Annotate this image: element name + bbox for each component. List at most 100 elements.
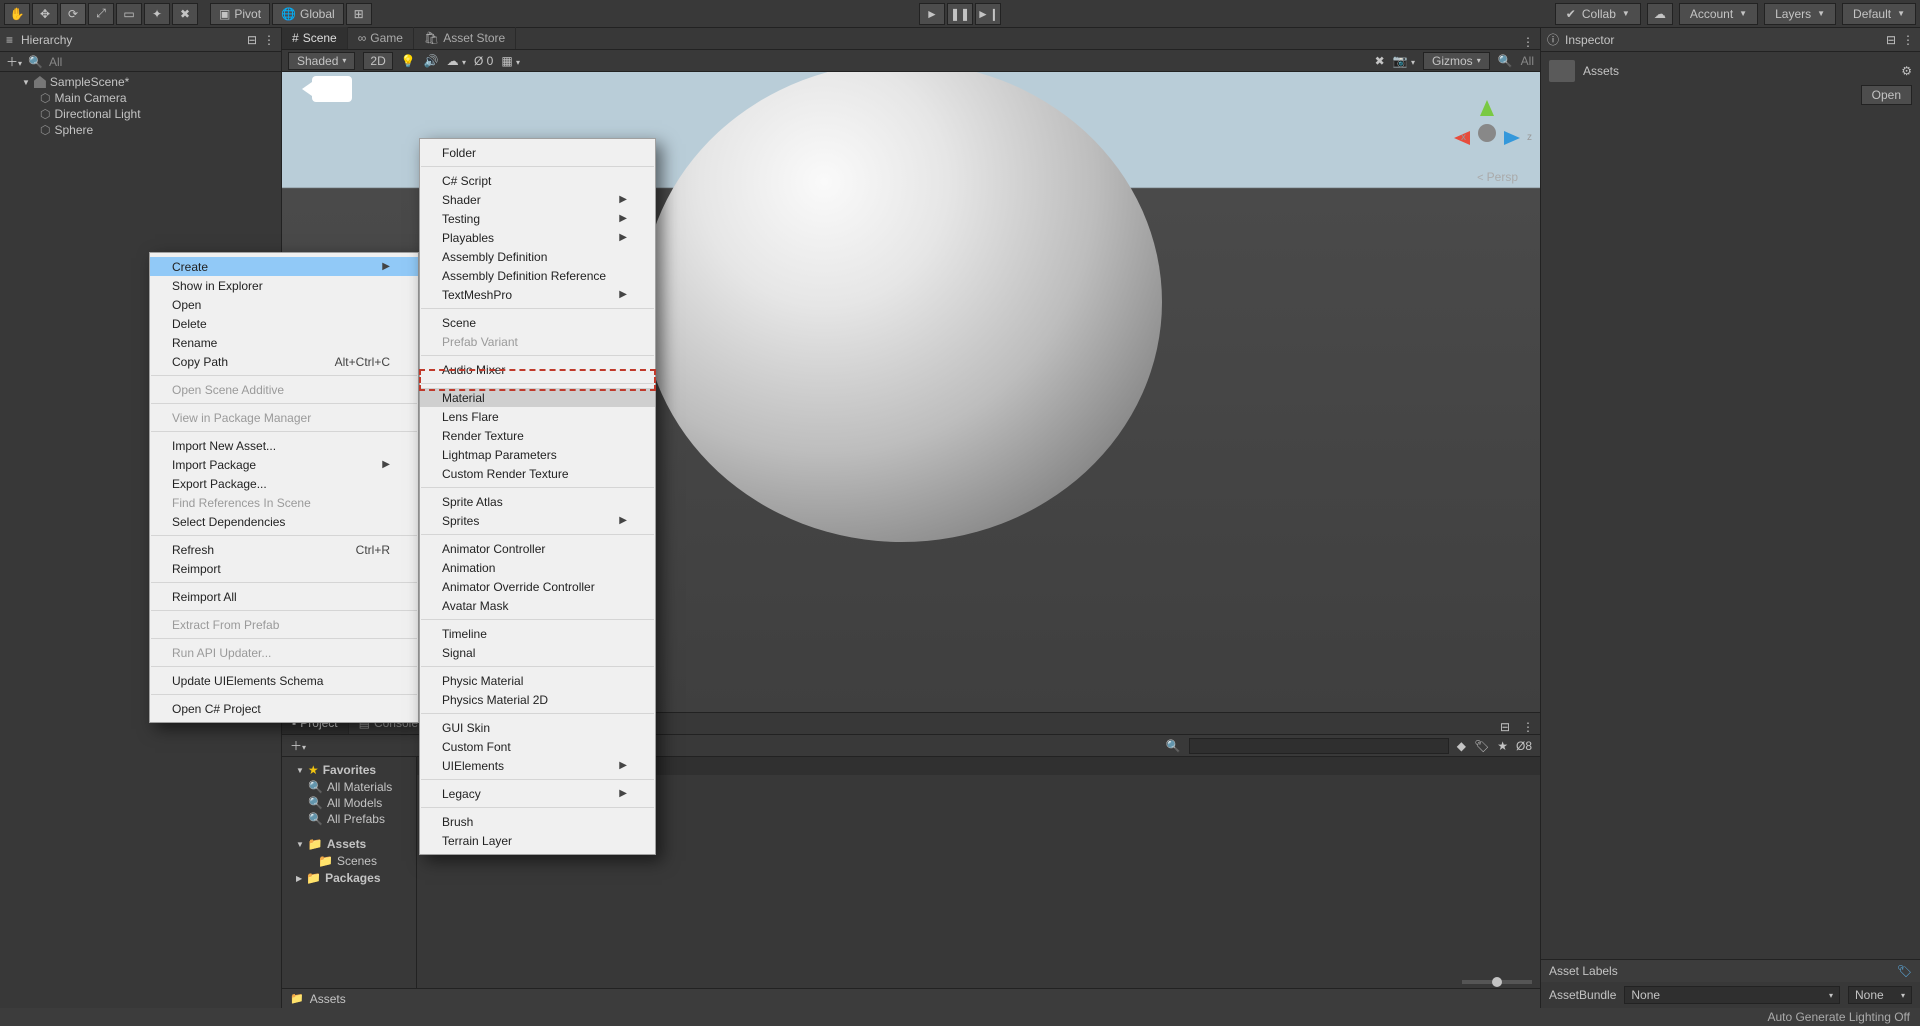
collab-dropdown[interactable]: ✔ Collab ▼ [1555,3,1641,25]
scale-tool[interactable]: ⤢ [88,3,114,25]
open-asset-button[interactable]: Open [1861,85,1912,105]
project-context-icon[interactable]: ⋮ [1516,720,1540,734]
menu-item[interactable]: Rename [150,333,418,352]
pivot-toggle[interactable]: ▣ Pivot [210,3,270,25]
menu-item[interactable]: Select Dependencies [150,512,418,531]
scene-camera-icon[interactable]: 📷 ▾ [1393,54,1415,68]
account-dropdown[interactable]: Account ▼ [1679,3,1758,25]
lighting-toggle[interactable]: 💡 [401,54,416,68]
effects-toggle[interactable]: ☁ ▾ [447,54,466,68]
hand-tool[interactable]: ✋ [4,3,30,25]
play-button[interactable]: ► [919,3,945,25]
rotate-tool[interactable]: ⟳ [60,3,86,25]
snap-toggle[interactable]: ⊞ [346,3,372,25]
hierarchy-item[interactable]: ⬡ Sphere [0,122,281,138]
menu-item[interactable]: Reimport All [150,587,418,606]
menu-item[interactable]: Update UIElements Schema [150,671,418,690]
rect-tool[interactable]: ▭ [116,3,142,25]
project-lock-icon[interactable]: ⊟ [1494,720,1516,734]
tab-scene[interactable]: # Scene [282,27,348,49]
menu-item[interactable]: Reimport [150,559,418,578]
draw-mode-dropdown[interactable]: Shaded ▾ [288,52,355,70]
menu-item[interactable]: RefreshCtrl+R [150,540,418,559]
menu-item[interactable]: Playables▶ [420,228,655,247]
project-hidden-icon[interactable]: Ø8 [1516,739,1532,753]
menu-item[interactable]: Terrain Layer [420,831,655,850]
menu-item[interactable]: Animator Controller [420,539,655,558]
menu-item[interactable]: Physics Material 2D [420,690,655,709]
project-folder-tree[interactable]: ▼ ★ Favorites 🔍 All Materials 🔍 All Mode… [282,757,417,988]
menu-item[interactable]: GUI Skin [420,718,655,737]
project-create-button[interactable]: ＋▾ [290,737,306,754]
menu-item[interactable]: Lens Flare [420,407,655,426]
menu-item[interactable]: Custom Render Texture [420,464,655,483]
asset-labels-add-icon[interactable]: 🏷 [1897,964,1912,978]
move-tool[interactable]: ✥ [32,3,58,25]
tab-game[interactable]: ∞ Game [348,27,414,49]
project-search[interactable] [1189,738,1449,754]
audio-toggle[interactable]: 🔊 [424,54,439,68]
menu-item[interactable]: Animator Override Controller [420,577,655,596]
menu-item[interactable]: Import New Asset... [150,436,418,455]
pause-button[interactable]: ❚❚ [947,3,973,25]
menu-item[interactable]: Scene [420,313,655,332]
menu-item[interactable]: Sprite Atlas [420,492,655,511]
menu-item[interactable]: Custom Font [420,737,655,756]
layers-dropdown[interactable]: Layers ▼ [1764,3,1836,25]
menu-item[interactable]: Animation [420,558,655,577]
scene-tools-icon[interactable]: ✖ [1375,54,1385,68]
menu-item[interactable]: Import Package▶ [150,455,418,474]
menu-item[interactable]: Assembly Definition [420,247,655,266]
menu-item[interactable]: Legacy▶ [420,784,655,803]
menu-item[interactable]: UIElements▶ [420,756,655,775]
hierarchy-search[interactable]: All [49,55,62,69]
menu-item[interactable]: Brush [420,812,655,831]
menu-item[interactable]: Shader▶ [420,190,655,209]
menu-item[interactable]: Folder [420,143,655,162]
menu-item[interactable]: Testing▶ [420,209,655,228]
mode-2d-toggle[interactable]: 2D [363,52,392,70]
menu-item[interactable]: Assembly Definition Reference [420,266,655,285]
hidden-objects[interactable]: Ø 0 [474,54,493,68]
menu-item[interactable]: Delete [150,314,418,333]
create-submenu[interactable]: FolderC# ScriptShader▶Testing▶Playables▶… [419,138,656,855]
menu-item[interactable]: Signal [420,643,655,662]
menu-item[interactable]: TextMeshPro▶ [420,285,655,304]
grid-toggle[interactable]: ▦ ▾ [501,54,520,68]
project-star-icon[interactable]: ★ [1497,739,1508,753]
menu-item[interactable]: Timeline [420,624,655,643]
menu-item[interactable]: Show in Explorer [150,276,418,295]
hierarchy-scene[interactable]: ▼ SampleScene* [0,74,281,90]
scene-search[interactable]: All [1521,54,1534,68]
inspector-lock-icon[interactable]: ⊟ [1886,33,1896,47]
tab-context-icon[interactable]: ⋮ [1516,35,1540,49]
asset-bundle-variant-dropdown[interactable]: None▾ [1848,986,1912,1004]
hierarchy-context-icon[interactable]: ⋮ [263,33,275,47]
step-button[interactable]: ►❙ [975,3,1001,25]
menu-item[interactable]: Export Package... [150,474,418,493]
tab-asset-store[interactable]: 🛍 Asset Store [414,27,516,49]
projection-label[interactable]: < Persp [1477,170,1518,184]
inspector-settings-icon[interactable]: ⚙ [1901,64,1912,78]
asset-bundle-dropdown[interactable]: None▾ [1624,986,1840,1004]
project-context-menu[interactable]: Create▶Show in ExplorerOpenDeleteRenameC… [149,252,419,723]
scene-sphere-object[interactable] [642,72,1162,542]
hierarchy-lock-icon[interactable]: ⊟ [247,33,257,47]
menu-item[interactable]: Create▶ [150,257,418,276]
menu-item[interactable]: Copy PathAlt+Ctrl+C [150,352,418,371]
menu-item[interactable]: Material [420,388,655,407]
project-label-icon[interactable]: 🏷 [1474,739,1489,753]
global-toggle[interactable]: 🌐 Global [272,3,344,25]
custom-tool[interactable]: ✖ [172,3,198,25]
gizmos-dropdown[interactable]: Gizmos ▾ [1423,52,1490,70]
layout-dropdown[interactable]: Default ▼ [1842,3,1916,25]
menu-item[interactable]: Audio Mixer [420,360,655,379]
project-filter-icon[interactable]: ◆ [1457,739,1466,753]
menu-item[interactable]: Open C# Project [150,699,418,718]
menu-item[interactable]: Render Texture [420,426,655,445]
asset-size-slider-thumb[interactable] [1492,977,1502,987]
menu-item[interactable]: Physic Material [420,671,655,690]
menu-item[interactable]: Lightmap Parameters [420,445,655,464]
inspector-context-icon[interactable]: ⋮ [1902,33,1914,47]
menu-item[interactable]: Avatar Mask [420,596,655,615]
